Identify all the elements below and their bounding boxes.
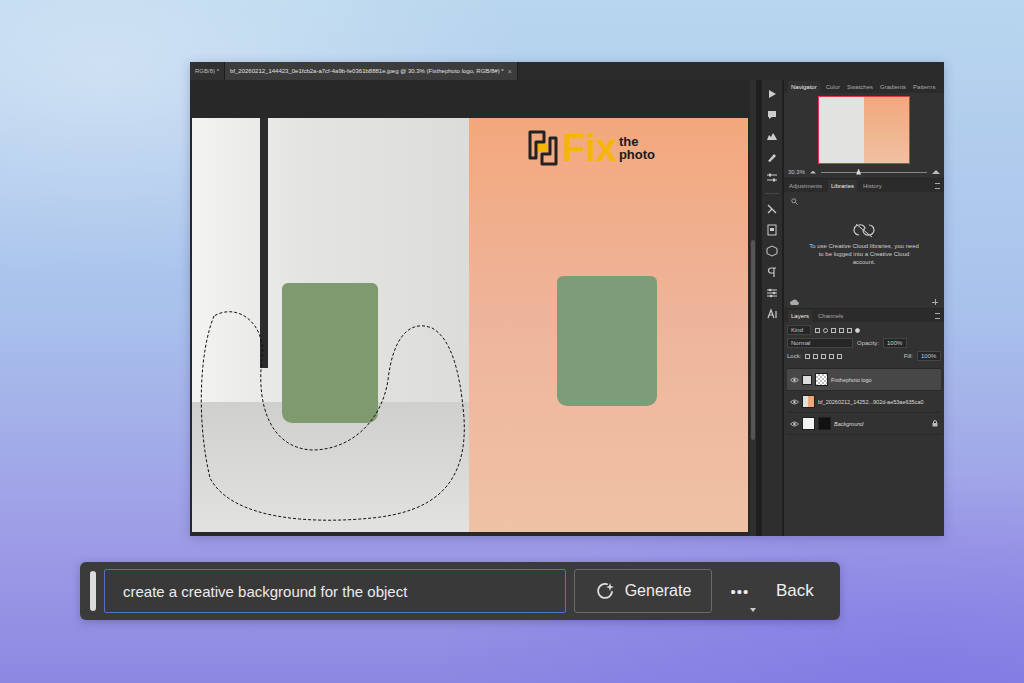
navigator-tabs: Navigator Color Swatches Gradients Patterns <box>784 80 944 93</box>
more-options-button[interactable]: ••• <box>720 583 760 600</box>
layer-row[interactable]: Fixthephoto logo <box>787 369 941 391</box>
panel-menu-icon[interactable] <box>935 183 940 189</box>
logo: Fix the photo <box>526 128 655 168</box>
comment-icon[interactable] <box>766 109 778 121</box>
layer-mask-thumbnail <box>818 417 831 430</box>
prompt-field[interactable]: create a creative background for the obj… <box>104 569 566 613</box>
fill-field[interactable]: 100% <box>917 351 941 361</box>
document-tab-label: bf_20260212_144423_0e1fcb2a-a7cf-4a9b-fe… <box>230 68 504 74</box>
generate-label: Generate <box>625 582 692 600</box>
ai-icon[interactable] <box>766 308 778 320</box>
panel-tab[interactable]: Color <box>825 81 841 93</box>
sliders-icon[interactable] <box>766 172 778 184</box>
lock-icons <box>805 354 842 359</box>
eye-icon[interactable] <box>790 399 799 405</box>
opacity-field[interactable]: 100% <box>883 338 907 348</box>
adjust-icon[interactable] <box>766 287 778 299</box>
layer-filter-dropdown[interactable]: Kind <box>787 325 811 335</box>
layer-name: Fixthephoto logo <box>831 377 938 383</box>
original-photo <box>192 118 469 532</box>
panel-tab[interactable]: Gradients <box>879 81 907 93</box>
panel-tab[interactable]: Layers <box>788 310 812 322</box>
document-tab-label: RGB/8) * <box>195 68 219 74</box>
panels: NavigatorColorSwatchesGradientsPatterns … <box>784 80 944 536</box>
opacity-label: Opacity: <box>857 340 879 346</box>
doc-icon[interactable] <box>766 224 778 236</box>
panel-tab[interactable]: Libraries <box>828 180 857 192</box>
panel-tab[interactable]: Patterns <box>912 81 936 93</box>
libraries-tabs: Adjustments Libraries History <box>784 179 944 192</box>
tab-close-button[interactable]: × <box>508 68 512 75</box>
zoom-value[interactable]: 30.3% <box>788 169 805 175</box>
zoom-out-icon[interactable] <box>810 171 816 174</box>
layer-thumbnail <box>802 417 815 430</box>
navigator-panel <box>784 93 944 167</box>
libraries-panel: To use Creative Cloud libraries, you nee… <box>784 192 944 309</box>
document-area: Fix the photo <box>190 80 756 536</box>
eye-icon[interactable] <box>790 421 799 427</box>
lock-label: Lock: <box>787 353 801 359</box>
lasso-selection[interactable] <box>192 118 472 532</box>
generate-button[interactable]: Generate <box>574 569 712 613</box>
document-tab-bar: RGB/8) * bf_20260212_144423_0e1fcb2a-a7c… <box>190 62 944 80</box>
libraries-message: To use Creative Cloud libraries, you nee… <box>809 242 919 266</box>
logo-word: Fix <box>562 129 617 167</box>
layer-thumbnail <box>802 395 815 408</box>
sparkle-refresh-icon <box>595 580 617 602</box>
navigator-thumbnail[interactable] <box>819 97 909 163</box>
zoom-in-icon[interactable] <box>932 170 940 174</box>
fill-label: Fill: <box>904 353 913 359</box>
eye-icon[interactable] <box>790 377 799 383</box>
layer-thumbnail <box>815 373 828 386</box>
candle <box>557 276 657 406</box>
layer-name: bf_20260212_14252...902d-ae53ae635ca0 <box>818 399 938 405</box>
layers-tabs: Layers Channels <box>784 309 944 322</box>
cube-icon[interactable] <box>766 245 778 257</box>
zoom-slider[interactable] <box>821 172 927 173</box>
search-icon <box>791 198 798 205</box>
caret-icon <box>750 608 756 612</box>
panel-tab[interactable]: History <box>862 180 883 192</box>
generate-bar: create a creative background for the obj… <box>80 562 840 620</box>
para-icon[interactable] <box>766 266 778 278</box>
play-icon[interactable] <box>766 88 778 100</box>
layer-name: Background <box>834 421 929 427</box>
document-tab[interactable]: bf_20260212_144423_0e1fcb2a-a7cf-4a9b-fe… <box>225 62 518 80</box>
document-tab[interactable]: RGB/8) * <box>190 62 225 80</box>
library-search-field[interactable] <box>788 196 940 206</box>
drag-handle[interactable] <box>90 571 96 611</box>
layer-row[interactable]: bf_20260212_14252...902d-ae53ae635ca0 <box>787 391 941 413</box>
photoshop-window: RGB/8) * bf_20260212_144423_0e1fcb2a-a7c… <box>190 62 944 536</box>
panel-tab[interactable]: Navigator <box>788 81 820 93</box>
blend-mode-dropdown[interactable]: Normal <box>787 338 853 348</box>
candle <box>282 283 378 423</box>
histogram-icon[interactable] <box>766 130 778 142</box>
scrollbar[interactable] <box>750 80 756 536</box>
brush-icon[interactable] <box>766 151 778 163</box>
panel-menu-icon[interactable] <box>935 313 940 319</box>
back-button[interactable]: Back <box>768 581 824 601</box>
creative-cloud-icon <box>853 222 875 238</box>
lock-icon[interactable] <box>932 420 938 427</box>
panel-tab[interactable]: Swatches <box>846 81 874 93</box>
cloud-icon[interactable] <box>790 299 799 305</box>
generated-photo <box>469 118 748 532</box>
panel-icon-strip <box>762 80 782 536</box>
page: RGB/8) * bf_20260212_144423_0e1fcb2a-a7c… <box>0 0 1024 683</box>
filter-icons <box>815 328 860 333</box>
panel-tab[interactable]: Adjustments <box>788 180 823 192</box>
layer-row[interactable]: Background <box>787 413 941 435</box>
logo-subtitle: the photo <box>619 135 655 161</box>
zoom-row: 30.3% <box>784 167 944 179</box>
layer-list: Fixthephoto logo bf_20260212_14252...902… <box>787 368 941 435</box>
smart-object-icon <box>802 375 812 385</box>
layers-panel: Kind Normal Opacity: 100% Lock: Fill: 10… <box>784 322 944 536</box>
panel-tab[interactable]: Channels <box>817 310 844 322</box>
add-icon[interactable] <box>932 299 938 305</box>
canvas[interactable]: Fix the photo <box>192 118 748 532</box>
hands-frame-icon <box>526 128 560 168</box>
transform-icon[interactable] <box>766 203 778 215</box>
